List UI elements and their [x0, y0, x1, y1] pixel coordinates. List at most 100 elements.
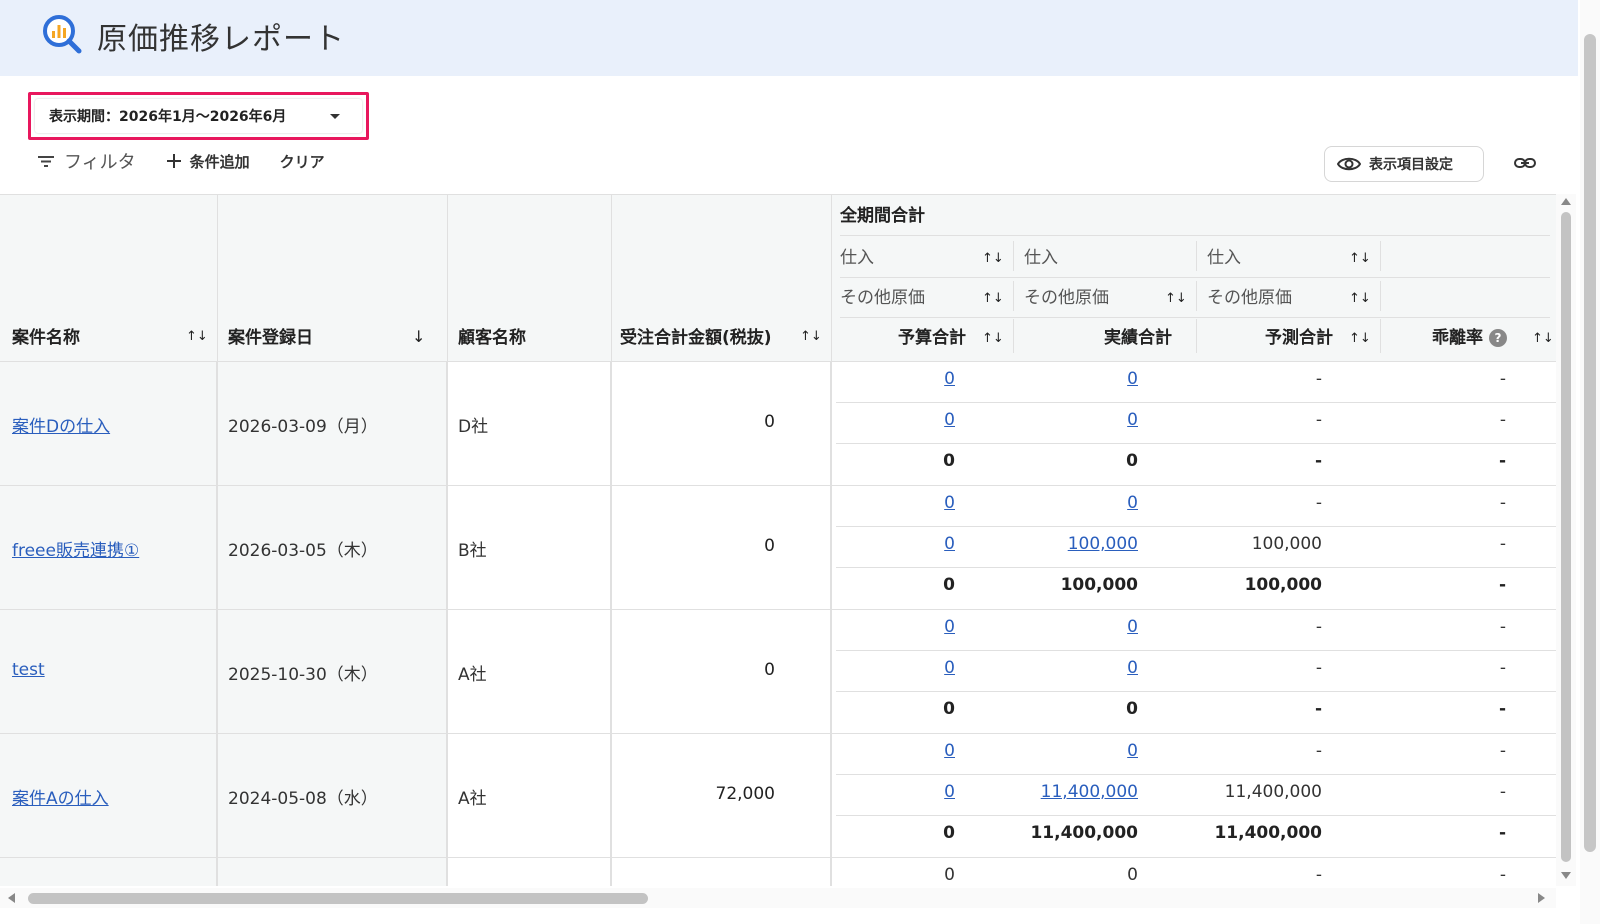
- view-settings-button[interactable]: 表示項目設定: [1324, 146, 1484, 182]
- period-label: 表示期間：2026年1月〜2026年6月: [49, 109, 287, 125]
- sort-icon[interactable]: ↑↓: [1349, 251, 1371, 266]
- total-forecast-value: -: [1314, 451, 1322, 471]
- scroll-right-icon[interactable]: [1538, 893, 1545, 903]
- page-scrollbar-thumb[interactable]: [1584, 34, 1596, 852]
- divider: [836, 650, 1556, 651]
- add-condition-button[interactable]: 条件追加: [166, 151, 250, 172]
- divider: [1013, 319, 1014, 353]
- link-icon[interactable]: [1512, 152, 1538, 174]
- subhead-purchase: 仕入: [1024, 248, 1058, 268]
- line-budget-value[interactable]: 0: [944, 534, 955, 554]
- order-total: 0: [764, 412, 775, 432]
- register-date: 2026-03-05（木）: [228, 541, 378, 561]
- sort-icon[interactable]: ↑↓: [982, 251, 1004, 266]
- sort-icon[interactable]: ↑↓: [1349, 291, 1371, 306]
- filter-toolbar: フィルタ 条件追加 クリア: [36, 146, 355, 176]
- header-customer: 顧客名称: [458, 328, 526, 348]
- divider: [1380, 281, 1381, 311]
- line-forecast-value: -: [1315, 741, 1322, 761]
- view-settings-label: 表示項目設定: [1369, 157, 1453, 173]
- period-selector[interactable]: 表示期間：2026年1月〜2026年6月: [35, 99, 362, 133]
- filter-button[interactable]: フィルタ: [36, 148, 136, 174]
- total-forecast-value: -: [1314, 699, 1322, 719]
- line-actual-value[interactable]: 100,000: [1068, 534, 1138, 554]
- scroll-up-icon[interactable]: [1561, 198, 1571, 205]
- total-forecast-value: 11,400,000: [1214, 823, 1322, 843]
- divider: [836, 402, 1556, 403]
- line-actual-value[interactable]: 0: [1127, 617, 1138, 637]
- case-name-link[interactable]: test: [12, 660, 45, 680]
- order-total: 0: [764, 536, 775, 556]
- help-icon[interactable]: ?: [1489, 329, 1507, 347]
- table-horizontal-scrollbar[interactable]: [0, 888, 1556, 908]
- divider: [1013, 281, 1014, 311]
- line-actual-value: 0: [1127, 865, 1138, 885]
- sort-desc-icon[interactable]: ↓: [412, 327, 425, 346]
- report-table: 案件名称 ↑↓ 案件登録日 ↓ 顧客名称 受注合計金額(税抜) ↑↓ 全期間合計…: [0, 194, 1556, 886]
- divider: [1380, 241, 1381, 271]
- sort-icon[interactable]: ↑↓: [186, 329, 208, 344]
- register-date: 2025-10-30（木）: [228, 665, 378, 685]
- sort-icon[interactable]: ↑↓: [800, 329, 822, 344]
- table-hscroll-thumb[interactable]: [28, 893, 648, 904]
- page-scrollbar[interactable]: [1580, 0, 1600, 924]
- header-order-total: 受注合計金額(税抜): [620, 328, 772, 348]
- line-forecast-value: 11,400,000: [1224, 782, 1322, 802]
- line-actual-value[interactable]: 0: [1127, 369, 1138, 389]
- scroll-left-icon[interactable]: [8, 893, 15, 903]
- order-total: 0: [764, 660, 775, 680]
- subhead-other-cost: その他原価: [1207, 288, 1292, 308]
- table-vertical-scrollbar[interactable]: [1556, 194, 1576, 886]
- line-forecast-value: -: [1315, 658, 1322, 678]
- total-dev-value: -: [1498, 575, 1506, 595]
- subhead-other-cost: その他原価: [1024, 288, 1109, 308]
- line-forecast-value: 100,000: [1251, 534, 1322, 554]
- line-forecast-value: -: [1315, 493, 1322, 513]
- line-budget-value[interactable]: 0: [944, 493, 955, 513]
- plus-icon: [166, 154, 181, 168]
- sort-icon[interactable]: ↑↓: [1349, 331, 1371, 346]
- table-vscroll-thumb[interactable]: [1561, 212, 1571, 862]
- line-forecast-value: -: [1315, 369, 1322, 389]
- line-actual-value[interactable]: 0: [1127, 741, 1138, 761]
- scroll-down-icon[interactable]: [1561, 872, 1571, 879]
- divider: [840, 235, 1550, 236]
- register-date: 2024-05-08（水）: [228, 789, 378, 809]
- divider: [840, 277, 1550, 278]
- case-name-link[interactable]: 案件Aの仕入: [12, 784, 109, 809]
- line-budget-value[interactable]: 0: [944, 658, 955, 678]
- line-dev-value: -: [1499, 410, 1506, 430]
- divider: [836, 526, 1556, 527]
- line-dev-value: -: [1499, 617, 1506, 637]
- line-actual-value[interactable]: 0: [1127, 658, 1138, 678]
- sort-icon[interactable]: ↑↓: [982, 291, 1004, 306]
- divider: [1196, 241, 1197, 271]
- subhead-purchase: 仕入: [1207, 248, 1241, 268]
- sort-icon[interactable]: ↑↓: [1165, 291, 1187, 306]
- sort-icon[interactable]: ↑↓: [982, 331, 1004, 346]
- line-dev-value: -: [1499, 658, 1506, 678]
- case-name-link[interactable]: freee販売連携①: [12, 536, 139, 561]
- line-budget-value[interactable]: 0: [944, 369, 955, 389]
- divider: [1196, 319, 1197, 353]
- filter-icon: [38, 156, 54, 167]
- line-budget-value[interactable]: 0: [944, 410, 955, 430]
- line-budget-value[interactable]: 0: [944, 741, 955, 761]
- line-actual-value[interactable]: 0: [1127, 493, 1138, 513]
- divider: [836, 815, 1556, 816]
- divider: [836, 443, 1556, 444]
- line-actual-value[interactable]: 11,400,000: [1041, 782, 1138, 802]
- line-actual-value[interactable]: 0: [1127, 410, 1138, 430]
- customer-name: A社: [458, 789, 487, 809]
- line-budget-value[interactable]: 0: [944, 782, 955, 802]
- total-budget-value: 0: [943, 699, 955, 719]
- line-dev-value: -: [1499, 534, 1506, 554]
- sort-icon[interactable]: ↑↓: [1532, 331, 1554, 346]
- case-name-link[interactable]: 案件Dの仕入: [12, 412, 110, 437]
- clear-button[interactable]: クリア: [280, 151, 325, 172]
- divider: [836, 774, 1556, 775]
- header-deviation: 乖離率?: [1432, 323, 1507, 348]
- line-forecast-value: -: [1315, 617, 1322, 637]
- line-budget-value[interactable]: 0: [944, 617, 955, 637]
- divider: [1196, 281, 1197, 311]
